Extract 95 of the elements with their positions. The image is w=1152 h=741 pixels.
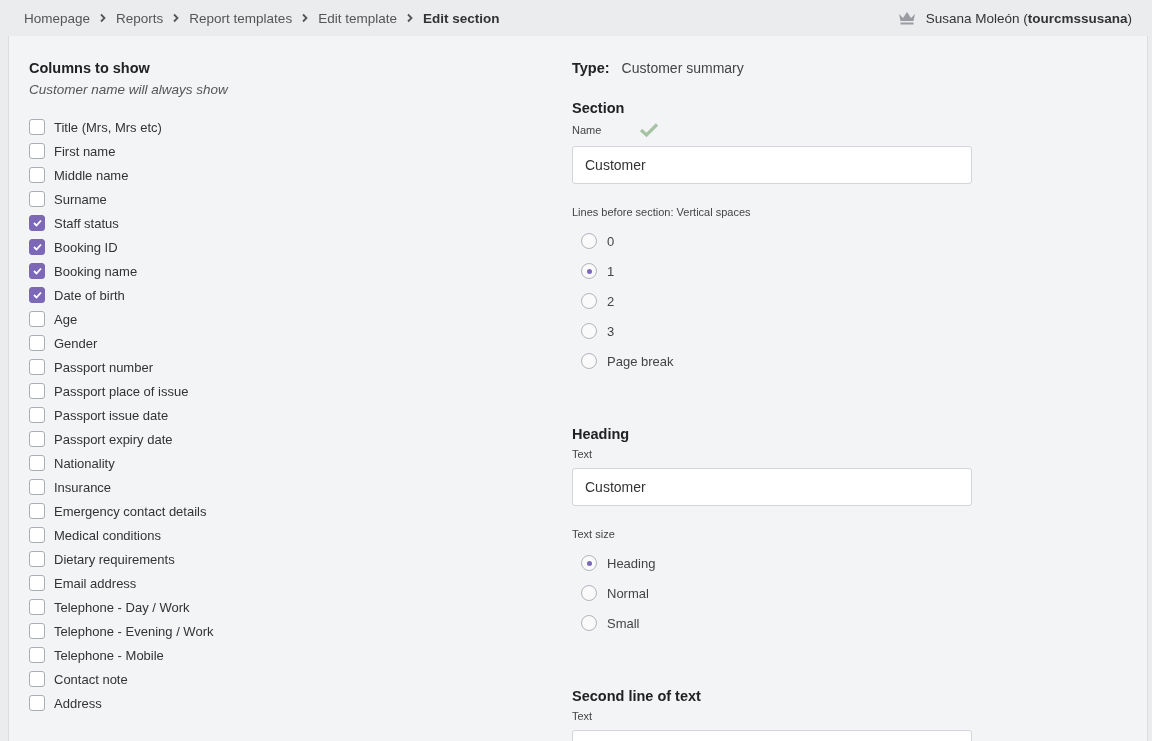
checkbox[interactable] — [29, 431, 45, 447]
checkbox[interactable] — [29, 311, 45, 327]
radio-label: Small — [607, 615, 640, 631]
checkbox[interactable] — [29, 119, 45, 135]
check-icon — [32, 267, 42, 275]
radio-button[interactable] — [581, 585, 597, 601]
checkbox[interactable] — [29, 239, 45, 255]
checkbox[interactable] — [29, 623, 45, 639]
radio-label: Normal — [607, 585, 649, 601]
checkbox[interactable] — [29, 359, 45, 375]
chevron-icon — [301, 13, 310, 23]
radio-button[interactable] — [581, 615, 597, 631]
checkbox[interactable] — [29, 287, 45, 303]
checkbox-label: Insurance — [54, 479, 112, 495]
checkbox[interactable] — [29, 191, 45, 207]
checkbox[interactable] — [29, 575, 45, 591]
checkbox-label: Dietary requirements — [54, 551, 175, 567]
checkbox[interactable] — [29, 599, 45, 615]
checkbox-label: Booking ID — [54, 239, 118, 255]
checkbox-label: Title (Mrs, Mrs etc) — [54, 119, 162, 135]
checkbox[interactable] — [29, 167, 45, 183]
radio-button[interactable] — [581, 323, 597, 339]
checkbox-label: Middle name — [54, 167, 129, 183]
radio-button[interactable] — [581, 263, 597, 279]
checkbox-label: Telephone - Mobile — [54, 647, 164, 663]
text-field[interactable]: Customer — [572, 146, 972, 184]
radio-label: 1 — [607, 263, 615, 279]
checkbox-label: Nationality — [54, 455, 115, 471]
checkbox[interactable] — [29, 503, 45, 519]
user-name: Susana Moleón (tourcmssusana) — [925, 10, 1132, 26]
breadcrumb-link[interactable]: Report templates — [189, 10, 293, 26]
checkbox[interactable] — [29, 527, 45, 543]
checkbox-label: Passport number — [54, 359, 153, 375]
checkbox[interactable] — [29, 551, 45, 567]
radio-label: Heading — [607, 555, 656, 571]
chevron-icon — [172, 13, 181, 23]
checkbox[interactable] — [29, 479, 45, 495]
check-icon — [32, 291, 42, 299]
field-label: Text size — [572, 528, 616, 540]
radio-label: Page break — [607, 353, 674, 369]
section-heading: Section — [572, 100, 626, 116]
section-heading: Second line of text — [572, 688, 702, 704]
radio-label: 0 — [607, 233, 615, 249]
crown-icon — [897, 11, 916, 25]
type-value: Customer summary — [621, 60, 744, 76]
checkbox-label: Passport expiry date — [54, 431, 173, 447]
checkbox-label: Telephone - Evening / Work — [54, 623, 214, 639]
checkbox[interactable] — [29, 671, 45, 687]
field-label: Lines before section: Vertical spaces — [572, 206, 752, 218]
checkbox-label: Telephone - Day / Work — [54, 599, 190, 615]
radio-button[interactable] — [581, 293, 597, 309]
checkbox-label: Age — [54, 311, 78, 327]
checkbox-label: Booking name — [54, 263, 138, 279]
breadcrumb-link[interactable]: Edit template — [318, 10, 397, 26]
checkbox-label: Date of birth — [54, 287, 125, 303]
checkbox[interactable] — [29, 407, 45, 423]
checkbox-label: First name — [54, 143, 116, 159]
breadcrumb-link[interactable]: Homepage — [24, 10, 91, 26]
chevron-icon — [405, 13, 414, 23]
section-heading: Heading — [572, 426, 631, 442]
type-label: Type: — [572, 60, 610, 76]
breadcrumb-link[interactable]: Edit section — [422, 10, 500, 26]
radio-button[interactable] — [581, 233, 597, 249]
field-label: Text — [572, 448, 594, 460]
checkbox[interactable] — [29, 335, 45, 351]
checkbox[interactable] — [29, 647, 45, 663]
field-label: Name — [572, 124, 602, 136]
checkbox[interactable] — [29, 263, 45, 279]
checkbox-label: Email address — [54, 575, 137, 591]
checkbox[interactable] — [29, 383, 45, 399]
check-icon — [32, 243, 42, 251]
checkbox-label: Gender — [54, 335, 98, 351]
checkbox-label: Passport place of issue — [54, 383, 189, 399]
checkbox-label: Emergency contact details — [54, 503, 207, 519]
radio-label: 3 — [607, 323, 615, 339]
text-field[interactable]: Customer — [572, 468, 972, 506]
breadcrumb-link[interactable]: Reports — [116, 10, 164, 26]
checkbox[interactable] — [29, 455, 45, 471]
checkbox-label: Surname — [54, 191, 107, 207]
checkbox-label: Address — [54, 695, 102, 711]
chevron-icon — [99, 13, 108, 23]
radio-button[interactable] — [581, 353, 597, 369]
checkbox-label: Medical conditions — [54, 527, 161, 543]
check-icon — [32, 219, 42, 227]
checkbox[interactable] — [29, 695, 45, 711]
section-heading: Columns to show — [29, 60, 151, 76]
field-label: Text — [572, 710, 594, 722]
radio-label: 2 — [607, 293, 615, 309]
checkbox-label: Passport issue date — [54, 407, 169, 423]
checkbox[interactable] — [29, 143, 45, 159]
note-text: Customer name will always show — [29, 82, 230, 97]
radio-button[interactable] — [581, 555, 597, 571]
checkbox-label: Staff status — [54, 215, 119, 231]
checkbox[interactable] — [29, 215, 45, 231]
checkbox-label: Contact note — [54, 671, 128, 687]
